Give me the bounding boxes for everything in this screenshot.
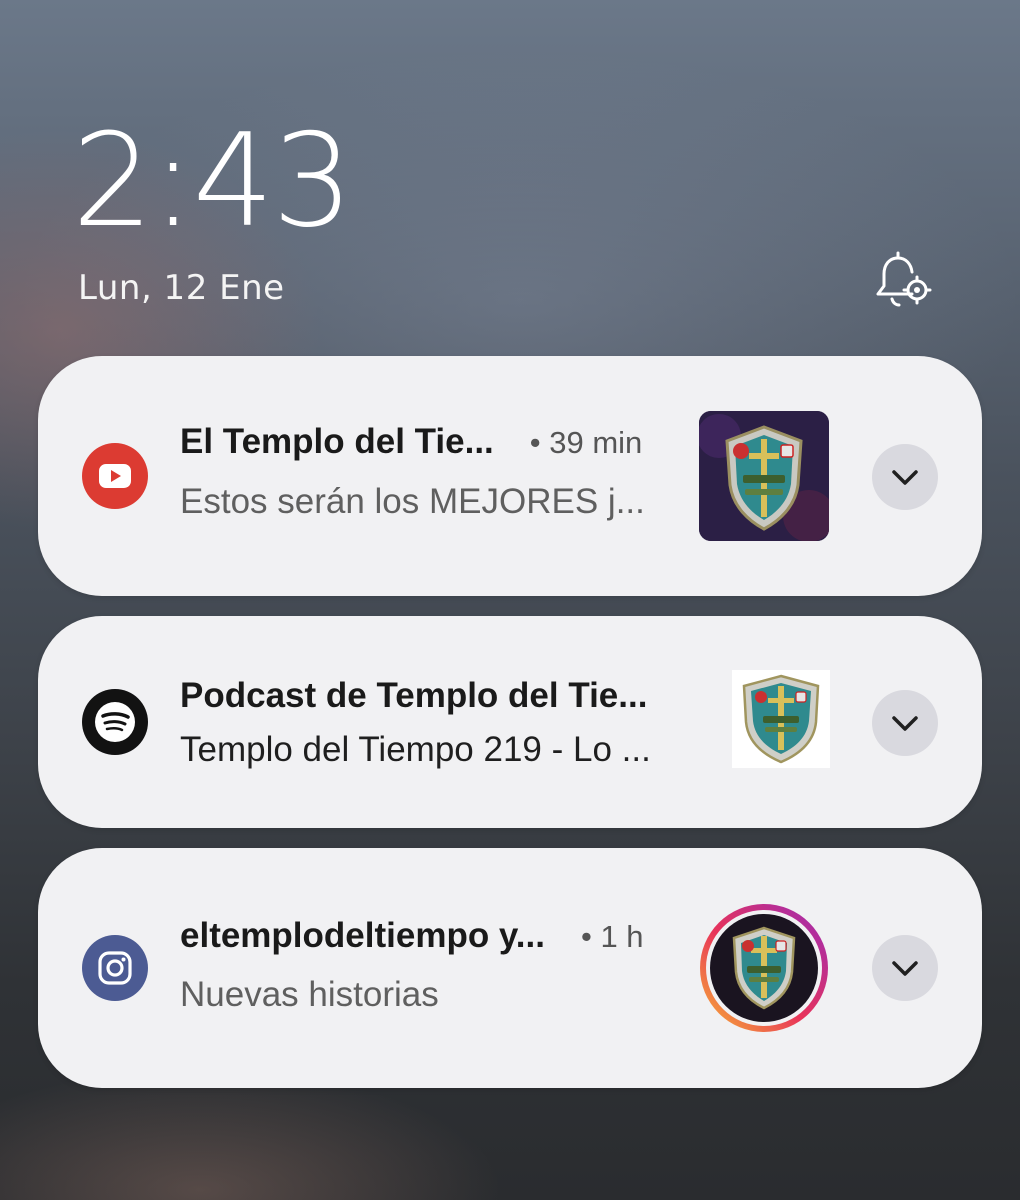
templo-shield-logo bbox=[732, 670, 830, 768]
notification-title: El Templo del Tie... bbox=[180, 422, 494, 461]
notification-text: Templo del Tiempo 219 - Lo ... bbox=[180, 730, 651, 769]
notification-time: • 1 h bbox=[580, 919, 644, 954]
notification-header: El Templo del Tie... • 39 min bbox=[180, 422, 642, 462]
expand-button[interactable] bbox=[872, 935, 938, 1001]
notification-time: • 39 min bbox=[529, 425, 643, 460]
notification-card-youtube[interactable]: El Templo del Tie... • 39 min Estos será… bbox=[38, 356, 982, 596]
chevron-down-icon bbox=[892, 716, 918, 731]
templo-shield-logo-story-ring bbox=[700, 904, 828, 1032]
expand-button[interactable] bbox=[872, 444, 938, 510]
instagram-icon bbox=[82, 935, 148, 1001]
lockscreen-clock: 2:43 bbox=[72, 107, 353, 256]
notification-thumbnail bbox=[699, 411, 829, 541]
expand-button[interactable] bbox=[872, 690, 938, 756]
notification-header: Podcast de Templo del Tie... bbox=[180, 676, 647, 716]
spotify-icon bbox=[82, 689, 148, 755]
chevron-down-icon bbox=[892, 470, 918, 485]
bell-settings-icon[interactable] bbox=[868, 248, 934, 314]
notification-text: Estos serán los MEJORES j... bbox=[180, 482, 645, 521]
youtube-icon bbox=[82, 443, 148, 509]
notification-card-spotify[interactable]: Podcast de Templo del Tie... Templo del … bbox=[38, 616, 982, 828]
notification-title: Podcast de Templo del Tie... bbox=[180, 676, 648, 715]
notification-thumbnail bbox=[732, 670, 830, 768]
notification-title: eltemplodeltiempo y... bbox=[180, 916, 545, 955]
notification-header: eltemplodeltiempo y... • 1 h bbox=[180, 916, 644, 956]
notification-card-instagram[interactable]: eltemplodeltiempo y... • 1 h Nuevas hist… bbox=[38, 848, 982, 1088]
notification-thumbnail bbox=[698, 902, 830, 1034]
lockscreen-date: Lun, 12 Ene bbox=[78, 268, 285, 308]
templo-shield-logo bbox=[699, 411, 829, 541]
notification-text: Nuevas historias bbox=[180, 975, 439, 1014]
chevron-down-icon bbox=[892, 961, 918, 976]
